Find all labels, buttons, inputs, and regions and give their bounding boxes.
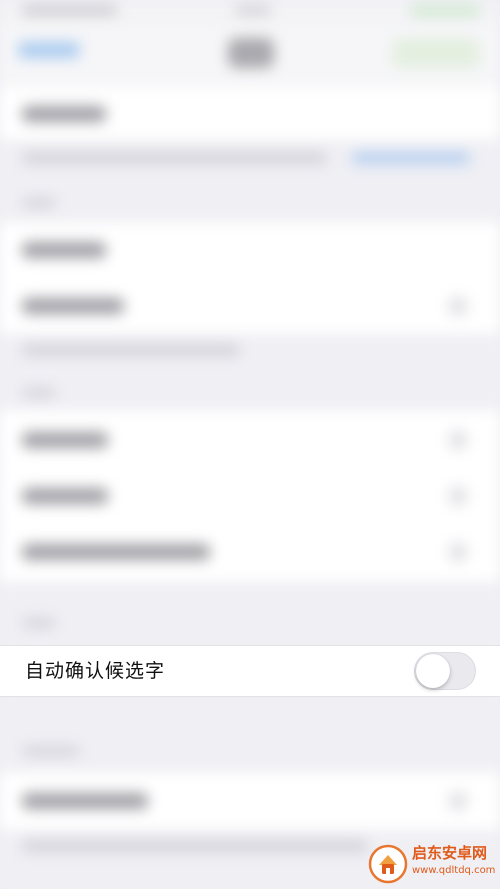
- toggle-knob: [416, 654, 450, 688]
- auto-confirm-candidate-row: 自动确认候选字: [0, 645, 500, 697]
- blurred-background: [0, 0, 500, 889]
- section-header: [22, 388, 56, 398]
- settings-row[interactable]: [0, 772, 500, 830]
- settings-group: [0, 410, 500, 582]
- section-footer-note: [22, 840, 368, 852]
- settings-row-label: [22, 242, 106, 258]
- settings-row-label: [22, 488, 108, 504]
- section-header: [22, 746, 80, 756]
- section-footer-note: [22, 152, 327, 164]
- settings-row-label: [22, 544, 210, 560]
- chevron-right-icon: [448, 296, 468, 316]
- section-header: [22, 198, 56, 208]
- qidian-app-logo-icon: [368, 844, 408, 884]
- settings-group: [0, 222, 500, 334]
- status-bar-center: [235, 5, 271, 15]
- settings-row-label: [22, 106, 106, 122]
- settings-row-label: [22, 298, 124, 314]
- chevron-right-icon: [448, 486, 468, 506]
- battery-indicator: [410, 5, 480, 16]
- status-bar: [0, 0, 500, 24]
- watermark-title: 启东安卓网: [412, 844, 488, 862]
- chevron-right-icon: [448, 542, 468, 562]
- navigation-bar: [0, 24, 500, 88]
- status-bar-left: [22, 5, 117, 15]
- settings-row-label: [22, 793, 148, 809]
- settings-row-label: [22, 432, 108, 448]
- chevron-right-icon: [448, 791, 468, 811]
- auto-confirm-candidate-toggle[interactable]: [414, 652, 476, 690]
- nav-right-item: [392, 38, 480, 68]
- settings-row[interactable]: [0, 88, 500, 140]
- section-footer-link[interactable]: [352, 152, 470, 164]
- watermark: 启东安卓网 www.qdltdq.com: [368, 842, 496, 886]
- chevron-right-icon: [448, 430, 468, 450]
- auto-confirm-candidate-label: 自动确认候选字: [25, 660, 166, 682]
- nav-title: [228, 38, 274, 68]
- watermark-url: www.qdltdq.com: [412, 865, 496, 876]
- section-footer-note: [22, 344, 240, 356]
- section-header: [22, 618, 56, 628]
- back-button[interactable]: [18, 42, 80, 58]
